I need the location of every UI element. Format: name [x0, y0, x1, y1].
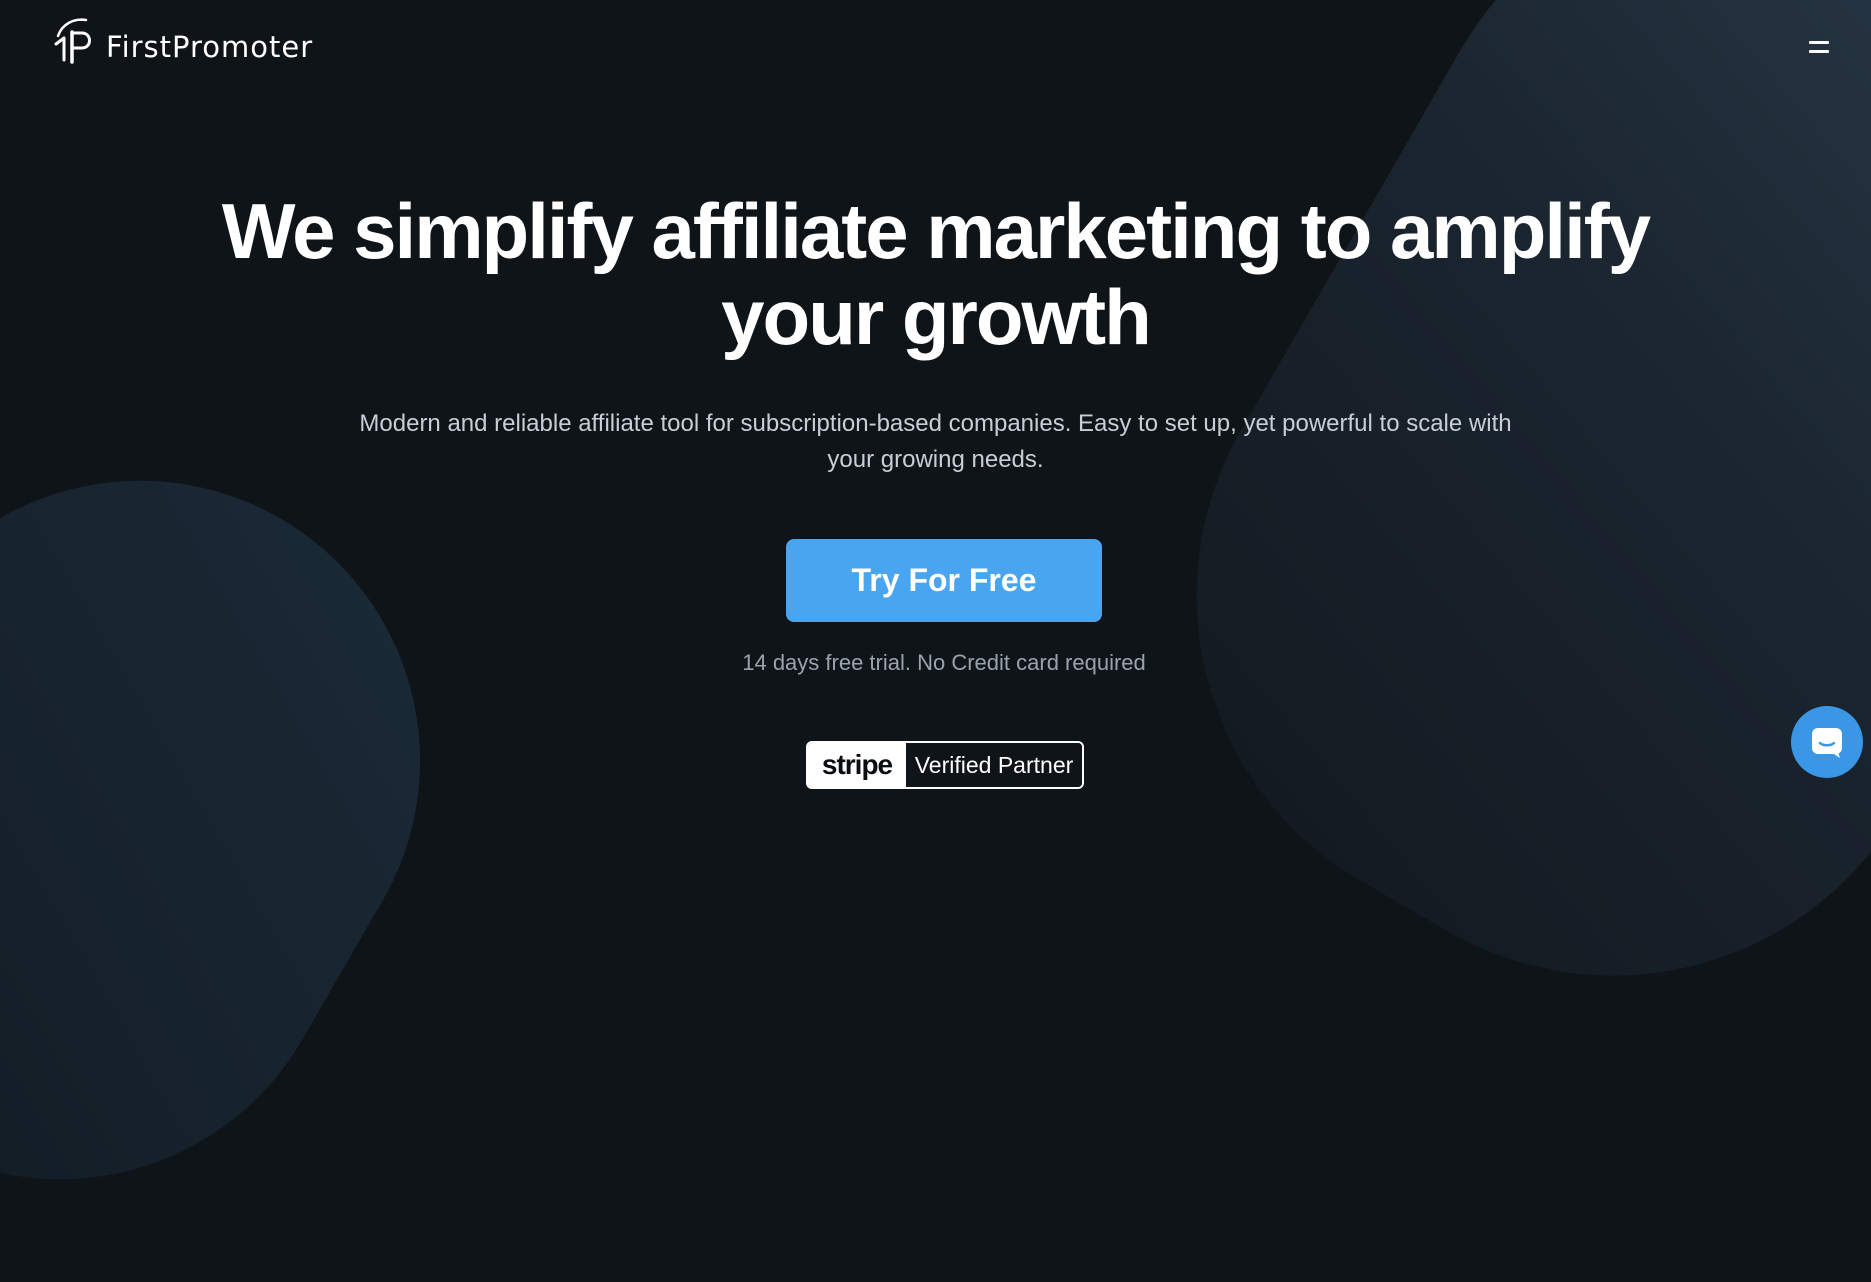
trial-note: 14 days free trial. No Credit card requi…: [742, 650, 1146, 675]
hamburger-menu-icon[interactable]: [1805, 38, 1833, 60]
brand-logo-link[interactable]: FirstPromoter: [52, 18, 313, 68]
verified-partner-label: Verified Partner: [906, 743, 1082, 787]
stripe-logo: stripe: [808, 743, 906, 787]
stripe-verified-partner-badge[interactable]: stripe Verified Partner: [806, 741, 1084, 789]
background-decoration-right: [1075, 0, 1871, 1097]
chat-launcher-button[interactable]: [1791, 706, 1863, 778]
site-header: FirstPromoter: [0, 0, 1871, 100]
background-decoration-left: [0, 378, 523, 1282]
hero-subtitle: Modern and reliable affiliate tool for s…: [359, 410, 1512, 473]
hero-title: We simplify affiliate marketing to ampli…: [221, 187, 1651, 361]
try-for-free-button[interactable]: Try For Free: [786, 539, 1102, 622]
brand-name: FirstPromoter: [106, 29, 314, 64]
firstpromoter-logo-icon: [54, 18, 91, 64]
chat-icon: [1812, 728, 1842, 758]
